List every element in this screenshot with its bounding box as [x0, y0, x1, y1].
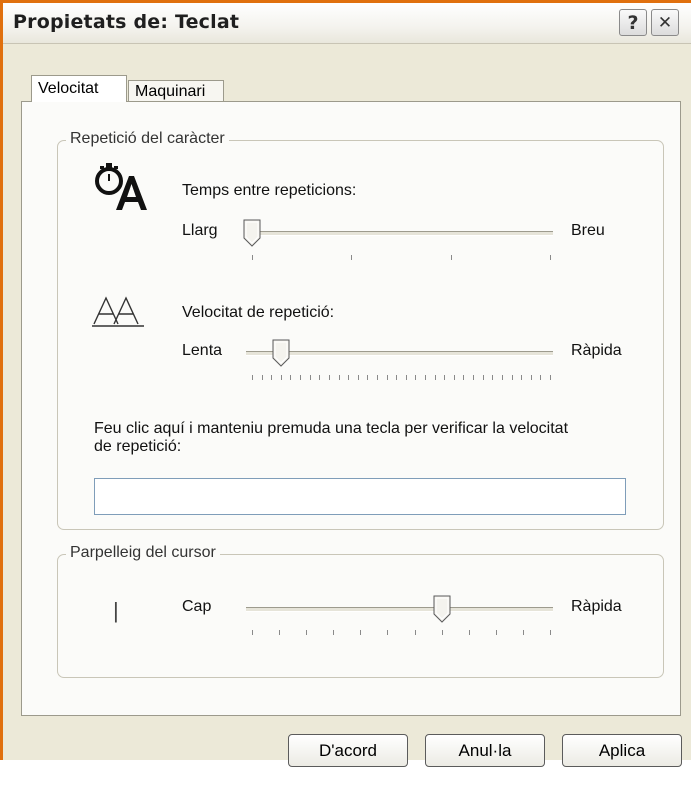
repeat-rate-min-label: Lenta	[182, 342, 223, 359]
slider-tick	[306, 630, 308, 635]
ok-button[interactable]: D'acord	[288, 734, 408, 767]
slider-tick	[300, 375, 302, 380]
slider-tick	[550, 375, 551, 380]
slider-tick	[450, 255, 452, 260]
slider-tick	[414, 630, 416, 635]
slider-tick	[252, 255, 253, 260]
slider-tick	[415, 375, 417, 380]
help-button[interactable]: ?	[619, 9, 647, 36]
slider-tick	[434, 375, 436, 380]
cursor-blink-min-label: Cap	[182, 598, 212, 615]
apply-button[interactable]: Aplica	[562, 734, 682, 767]
slider-tick	[360, 630, 362, 635]
slider-tick	[444, 375, 446, 380]
slider-tick	[453, 375, 455, 380]
slider-tick	[319, 375, 321, 380]
slider-tick	[351, 255, 353, 260]
slider-tick	[495, 630, 497, 635]
repeat-test-input[interactable]	[94, 478, 626, 515]
slider-tick	[252, 375, 253, 380]
slider-tick	[492, 375, 494, 380]
slider-tick	[405, 375, 407, 380]
slider-tick	[550, 630, 551, 635]
close-button[interactable]: ✕	[651, 9, 679, 36]
repeat-rate-letters-icon	[92, 296, 144, 327]
title-bar[interactable]: Propietats de: Teclat ? ✕	[3, 3, 691, 44]
cursor-blink-max-label: Ràpida	[571, 598, 622, 615]
slider-tick	[473, 375, 475, 380]
slider-tick	[425, 375, 427, 380]
repeat-delay-slider-thumb[interactable]	[243, 219, 261, 247]
keyboard-properties-dialog: Propietats de: Teclat ? ✕ Velocitat Maqu…	[0, 0, 691, 767]
slider-tick	[522, 630, 524, 635]
slider-tick	[521, 375, 523, 380]
repeat-test-prompt: Feu clic aquí i manteniu premuda una tec…	[94, 420, 569, 437]
slider-tick	[290, 375, 292, 380]
slider-tick	[279, 630, 281, 635]
close-icon: ✕	[657, 12, 673, 33]
slider-tick	[357, 375, 359, 380]
cancel-button[interactable]: Anul·la	[425, 734, 545, 767]
tab-maquinari[interactable]: Maquinari	[128, 80, 224, 102]
slider-tick	[540, 375, 542, 380]
cursor-blink-slider[interactable]	[246, 607, 553, 612]
cursor-blink-slider-thumb[interactable]	[433, 595, 451, 623]
slider-tick	[333, 630, 335, 635]
repeat-rate-label: Velocitat de repetició:	[182, 304, 335, 321]
help-icon: ?	[627, 11, 639, 34]
cursor-blink-group: Parpelleig del cursor	[57, 544, 664, 678]
slider-tick	[387, 630, 389, 635]
repeat-rate-slider[interactable]	[246, 351, 553, 356]
slider-tick	[482, 375, 484, 380]
slider-tick	[468, 630, 470, 635]
cursor-preview-icon: |	[113, 598, 119, 623]
tab-label: Maquinari	[135, 83, 206, 100]
slider-tick	[511, 375, 513, 380]
slider-tick	[367, 375, 369, 380]
repeat-delay-min-label: Llarg	[182, 222, 218, 239]
slider-tick	[280, 375, 282, 380]
repeat-rate-max-label: Ràpida	[571, 342, 622, 359]
tab-panel-velocitat: Repetició del caràcter Temps entre repet…	[21, 101, 681, 716]
slider-tick	[530, 375, 532, 380]
group-legend: Parpelleig del cursor	[66, 544, 220, 562]
slider-tick	[309, 375, 311, 380]
window-title: Propietats de: Teclat	[13, 11, 240, 33]
slider-tick	[501, 375, 503, 380]
repeat-delay-max-label: Breu	[571, 222, 605, 239]
slider-tick	[396, 375, 398, 380]
slider-tick	[348, 375, 350, 380]
slider-tick	[261, 375, 263, 380]
repeat-delay-slider[interactable]	[246, 231, 553, 236]
stopwatch-letter-icon	[95, 163, 147, 210]
group-legend: Repetició del caràcter	[66, 130, 229, 148]
slider-tick	[463, 375, 465, 380]
slider-tick	[376, 375, 378, 380]
slider-tick	[338, 375, 340, 380]
repeat-test-prompt-line2: de repetició:	[94, 438, 182, 455]
repeat-delay-label: Temps entre repeticions:	[182, 182, 357, 199]
repeat-rate-slider-thumb[interactable]	[272, 339, 290, 367]
slider-tick	[252, 630, 253, 635]
slider-tick	[386, 375, 388, 380]
tab-velocitat[interactable]: Velocitat	[31, 75, 127, 102]
slider-tick	[328, 375, 330, 380]
tab-label: Velocitat	[38, 80, 99, 97]
slider-tick	[271, 375, 273, 380]
slider-tick	[550, 255, 551, 260]
slider-tick	[441, 630, 443, 635]
